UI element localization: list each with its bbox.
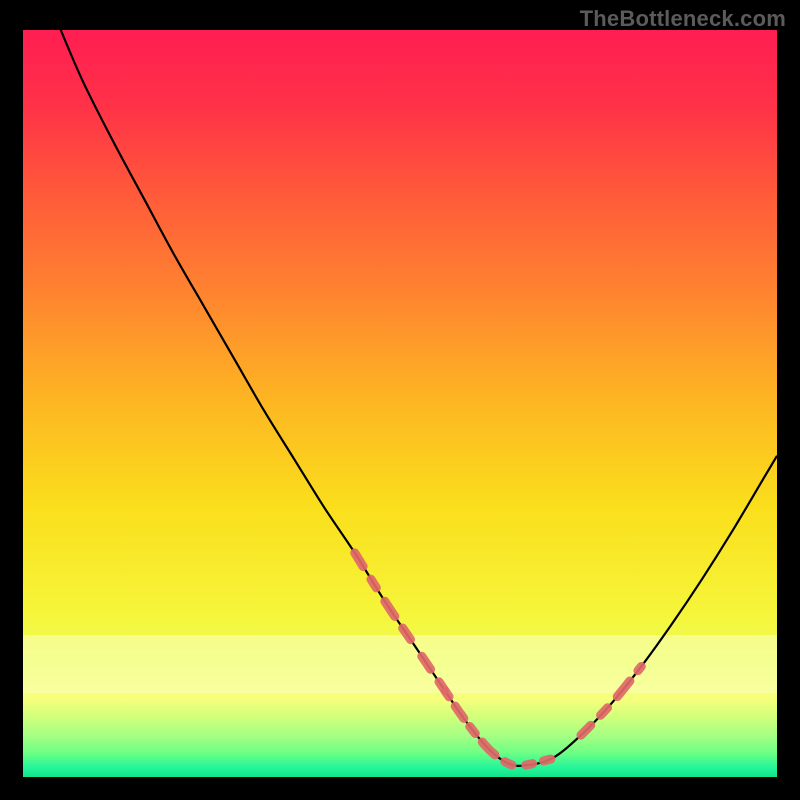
chart-frame: TheBottleneck.com	[0, 0, 800, 800]
watermark-text: TheBottleneck.com	[580, 6, 786, 32]
pale-horizontal-band	[23, 635, 777, 693]
plot-area	[23, 30, 777, 777]
chart-svg	[23, 30, 777, 777]
